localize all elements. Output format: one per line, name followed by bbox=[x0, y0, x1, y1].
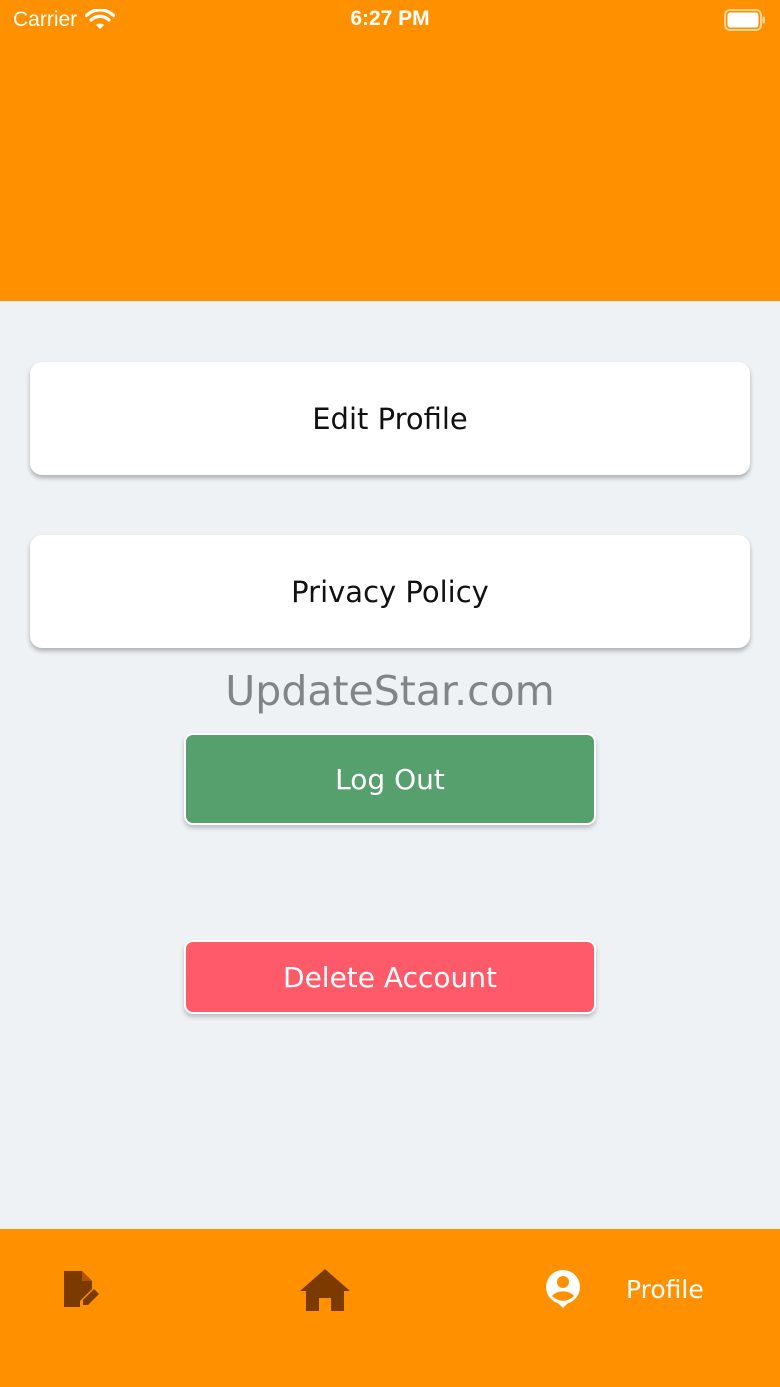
document-edit-icon bbox=[64, 1271, 99, 1307]
account-circle-icon bbox=[546, 1270, 580, 1308]
bottom-navigation: Profile bbox=[0, 1229, 780, 1387]
logout-button[interactable]: Log Out bbox=[184, 733, 596, 825]
profile-content: Edit Profile Privacy Policy UpdateStar.c… bbox=[0, 301, 780, 1229]
nav-item-home[interactable] bbox=[298, 1267, 352, 1313]
watermark-text: UpdateStar.com bbox=[225, 667, 555, 715]
nav-profile-label: Profile bbox=[626, 1274, 704, 1304]
delete-account-button[interactable]: Delete Account bbox=[184, 940, 596, 1014]
status-bar: Carrier 6:27 PM bbox=[0, 0, 780, 40]
nav-item-documents[interactable] bbox=[62, 1269, 100, 1309]
privacy-policy-button[interactable]: Privacy Policy bbox=[30, 535, 750, 648]
nav-item-profile[interactable]: Profile bbox=[544, 1269, 704, 1309]
home-icon bbox=[300, 1269, 350, 1311]
edit-profile-button[interactable]: Edit Profile bbox=[30, 362, 750, 475]
battery-icon bbox=[724, 9, 765, 31]
status-time: 6:27 PM bbox=[350, 7, 430, 30]
header-banner: Carrier 6:27 PM bbox=[0, 0, 780, 301]
